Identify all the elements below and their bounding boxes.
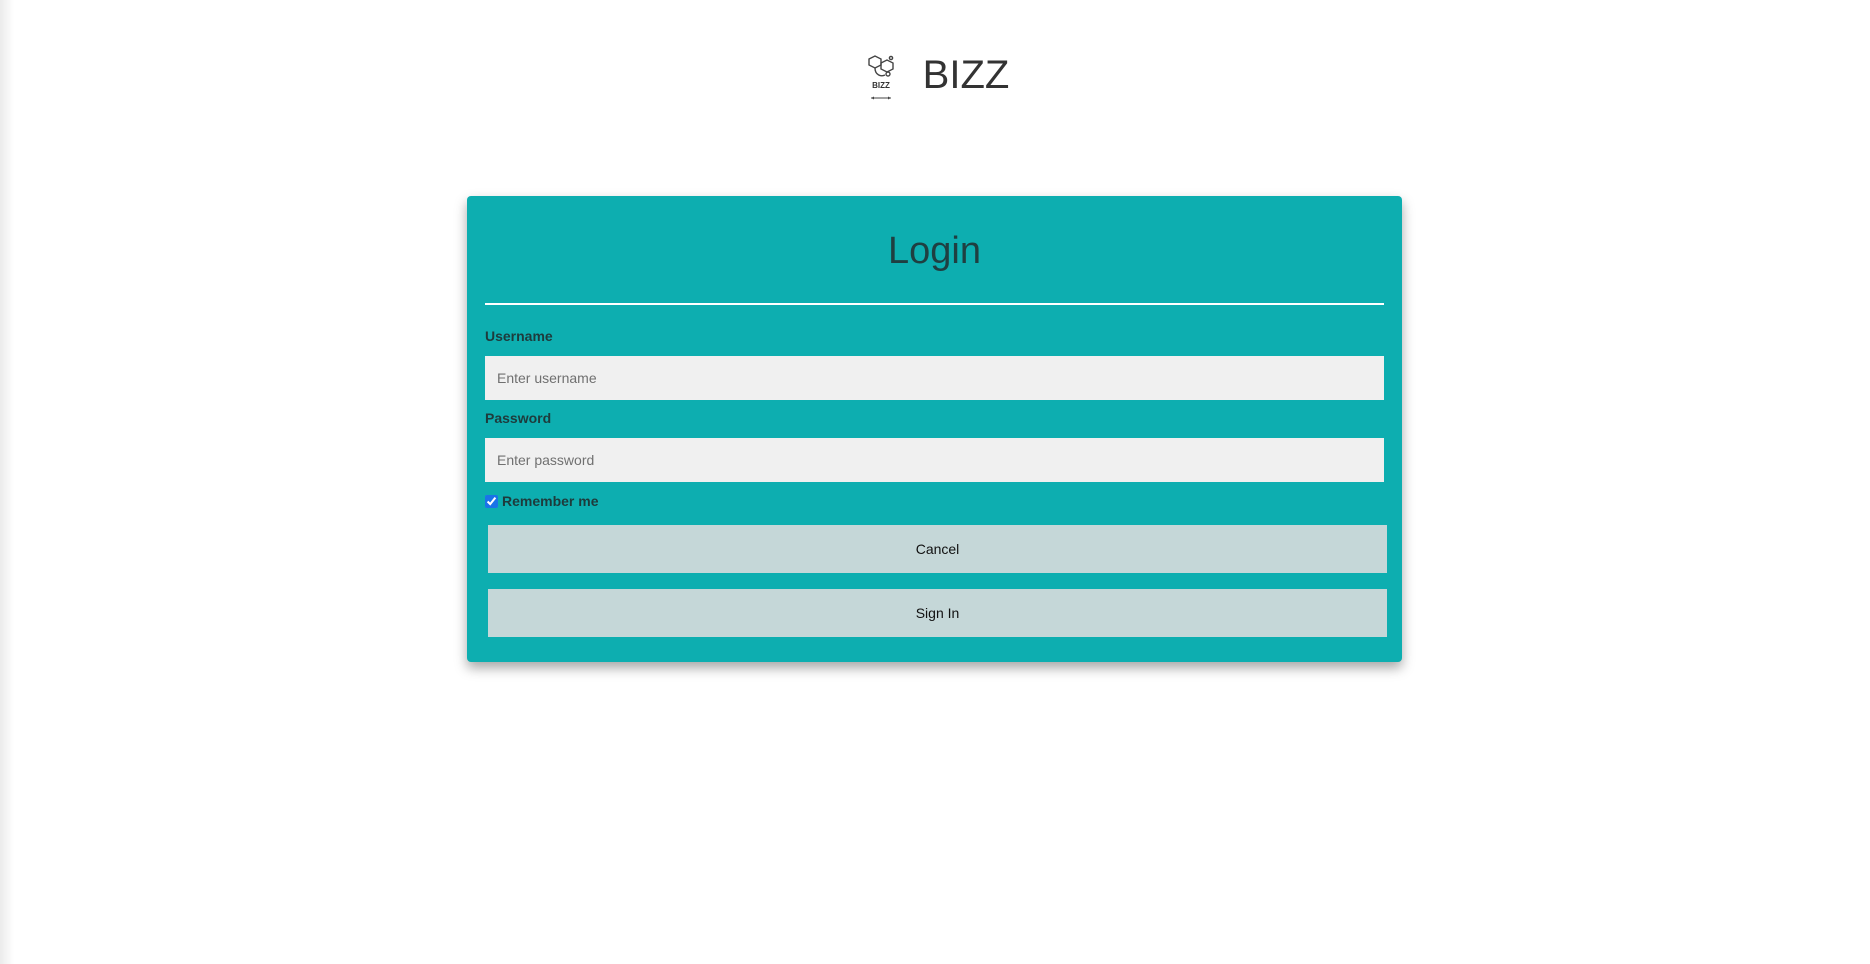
remember-me-row: Remember me — [485, 493, 599, 509]
bizz-logo-icon: BIZZ — [867, 55, 894, 100]
username-input[interactable] — [485, 356, 1384, 400]
title-divider — [485, 303, 1384, 305]
remember-me-label[interactable]: Remember me — [502, 493, 599, 509]
svg-text:BIZZ: BIZZ — [872, 81, 890, 90]
brand-name: BIZZ — [922, 52, 1010, 97]
password-input[interactable] — [485, 438, 1384, 482]
page-edge-shadow — [0, 0, 14, 964]
login-title: Login — [888, 230, 981, 272]
cancel-button[interactable]: Cancel — [488, 525, 1387, 573]
remember-me-checkbox[interactable] — [485, 494, 498, 508]
username-label: Username — [485, 328, 553, 344]
sign-in-button[interactable]: Sign In — [488, 589, 1387, 637]
password-label: Password — [485, 410, 552, 426]
login-card: Login Username Password Remember me Canc… — [467, 196, 1402, 662]
site-header: BIZZ BIZZ — [0, 40, 1870, 110]
